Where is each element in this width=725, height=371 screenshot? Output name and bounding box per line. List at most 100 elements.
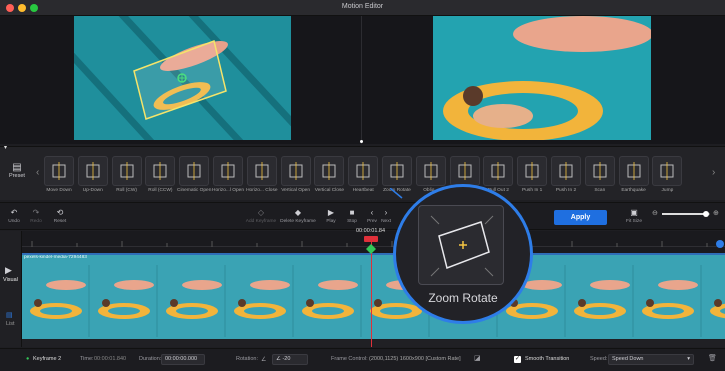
stop-button[interactable]: ■ Stop — [344, 208, 360, 224]
smooth-transition-checkbox[interactable]: ✓ — [514, 356, 521, 363]
apply-button[interactable]: Apply — [554, 210, 607, 225]
source-preview[interactable] — [74, 16, 291, 140]
preset-card[interactable] — [77, 156, 108, 186]
preset-icon — [424, 162, 438, 180]
preset-card[interactable] — [111, 156, 142, 186]
collapse-icon[interactable]: ▾ — [4, 144, 7, 151]
add-keyframe-button[interactable]: ◇ Add Keyframe — [243, 208, 279, 224]
preset-icon — [627, 162, 641, 180]
speed-label: Speed: — [590, 356, 608, 362]
scroll-right-icon[interactable]: › — [712, 167, 715, 178]
preset-icon: ▤ — [12, 162, 22, 173]
play-icon: ▶ — [327, 208, 335, 217]
preset-card[interactable] — [246, 156, 277, 186]
speed-select[interactable]: Speed Down ▾ — [608, 354, 694, 365]
window-title: Motion Editor — [341, 3, 384, 10]
delete-keyframe-icon: ◆ — [294, 208, 302, 217]
fit-size-button[interactable]: ▣ Fit Size — [624, 208, 644, 224]
reset-icon: ⟲ — [56, 208, 64, 217]
preset-card[interactable] — [44, 156, 74, 186]
preview-split-handle[interactable] — [360, 140, 363, 143]
undo-button[interactable]: ↶ Undo — [6, 208, 22, 224]
preset-card[interactable] — [348, 156, 379, 186]
play-button[interactable]: ▶ Play — [323, 208, 339, 224]
delete-keyframe-label: Delete Keyframe — [280, 219, 316, 224]
preset-card[interactable] — [179, 156, 210, 186]
preset-card[interactable] — [449, 156, 480, 186]
preset-card[interactable] — [483, 156, 514, 186]
preset-card[interactable] — [415, 156, 446, 186]
zoom-lens-callout: Zoom Rotate — [393, 184, 533, 324]
trash-icon[interactable]: 🗑 — [708, 354, 717, 362]
speed-value: Speed Down — [612, 356, 644, 362]
keyframe-dot-icon: ● — [26, 356, 30, 362]
rotation-label: Rotation: — [236, 356, 259, 362]
preset-icon — [187, 162, 201, 180]
preset-strip: ▾ ▤ Preset ‹ › Move Down Up-Down Roll (CW)… — [0, 144, 725, 200]
preset-icon — [491, 162, 505, 180]
timeline-sidebar: ▶ Visual ▤ List — [0, 231, 22, 347]
preset-icon — [458, 162, 472, 180]
delete-keyframe-button[interactable]: ◆ Delete Keyframe — [280, 208, 316, 224]
preset-card[interactable] — [618, 156, 649, 186]
preview-area — [0, 16, 725, 144]
preset-card[interactable] — [652, 156, 683, 186]
redo-button[interactable]: ↷ Redo — [28, 208, 44, 224]
preset-icon — [559, 162, 573, 180]
preview-divider — [361, 16, 362, 144]
output-preview — [433, 16, 651, 140]
visual-tab[interactable]: Visual — [3, 277, 18, 283]
preset-label: Preset — [9, 173, 25, 179]
play-label: Play — [326, 219, 336, 224]
preset-toggle[interactable]: ▤ Preset — [4, 162, 30, 180]
end-marker[interactable] — [716, 240, 724, 248]
preset-icon — [120, 162, 134, 180]
lens-pointer — [390, 188, 403, 199]
prev-label: Prev — [367, 219, 377, 224]
playhead-timecode: 00:00:01.84 — [356, 228, 386, 234]
preset-label: Jump — [661, 188, 674, 193]
preset-card[interactable] — [584, 156, 615, 186]
reset-label: Reset — [53, 219, 67, 224]
preset-icon — [255, 162, 269, 180]
preset-icon — [86, 162, 100, 180]
zoom-in-icon[interactable]: ⊕ — [713, 209, 719, 217]
redo-icon: ↷ — [32, 208, 40, 217]
frame-control-icon[interactable]: ◪ — [474, 354, 481, 362]
preset-icon — [660, 162, 674, 180]
frame-control-value: (2000,1125) 1600x900 [Custom Rate] — [369, 356, 461, 362]
playhead-line — [371, 241, 372, 347]
motion-editor-window: Motion Editor ▾ ▤ Preset ‹ › Move Down U… — [0, 0, 725, 371]
preset-card[interactable] — [382, 156, 412, 186]
keyframe-marker[interactable] — [366, 244, 376, 254]
track-name: pexels-kindel-media-7294483 — [24, 255, 87, 260]
preset-icon — [356, 162, 370, 180]
scroll-left-icon[interactable]: ‹ — [36, 167, 39, 178]
rotation-value: -20 — [282, 356, 291, 362]
add-keyframe-label: Add Keyframe — [245, 219, 277, 224]
rotation-field[interactable]: ∠ -20 — [272, 354, 308, 365]
visual-icon[interactable]: ▶ — [5, 265, 12, 276]
preset-card[interactable] — [145, 156, 176, 186]
list-icon[interactable]: ▤ — [6, 311, 13, 319]
preset-card[interactable] — [280, 156, 311, 186]
preset-card[interactable] — [213, 156, 243, 186]
list-tab[interactable]: List — [6, 321, 15, 327]
keyframe-label: Keyframe 2 — [33, 356, 62, 362]
add-keyframe-icon: ◇ — [257, 208, 265, 217]
next-button[interactable]: › Next — [378, 208, 394, 224]
rotation-icon: ∠ — [261, 357, 267, 363]
zoom-out-icon[interactable]: ⊖ — [652, 209, 658, 217]
fit-size-icon: ▣ — [630, 208, 638, 217]
video-track[interactable]: pexels-kindel-media-7294483 — [22, 253, 725, 339]
next-icon: › — [384, 208, 388, 217]
zoom-slider[interactable] — [662, 211, 710, 217]
undo-icon: ↶ — [10, 208, 18, 217]
chevron-down-icon: ▾ — [687, 356, 690, 362]
preset-card[interactable] — [314, 156, 345, 186]
preset-card[interactable] — [551, 156, 581, 186]
zoom-slider-handle[interactable] — [703, 211, 709, 217]
preset-card[interactable] — [517, 156, 548, 186]
reset-button[interactable]: ⟲ Reset — [52, 208, 68, 224]
duration-field[interactable]: 00:00:00.000 — [161, 354, 205, 365]
